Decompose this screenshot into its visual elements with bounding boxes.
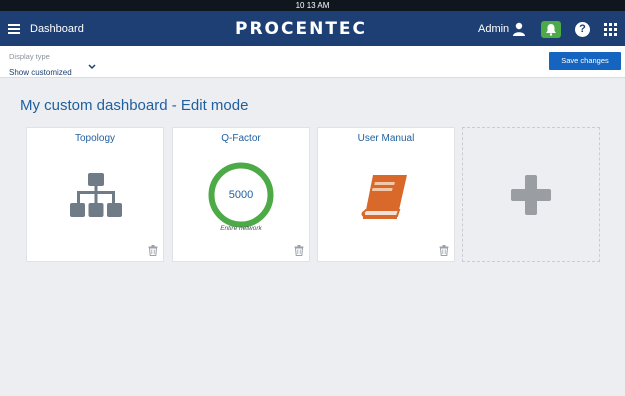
q-factor-value: 5000 bbox=[228, 189, 254, 201]
card-title[interactable]: Q-Factor bbox=[173, 133, 309, 145]
bell-icon bbox=[546, 24, 556, 36]
status-time: 10 13 AM bbox=[295, 1, 330, 10]
status-bar: 10 13 AM bbox=[0, 0, 625, 11]
add-widget-card[interactable] bbox=[462, 127, 600, 262]
card-title[interactable]: Topology bbox=[27, 133, 163, 145]
display-type-select[interactable]: Show customized bbox=[9, 62, 99, 77]
trash-icon[interactable] bbox=[294, 245, 304, 256]
procentec-logo: PROCENTEC bbox=[235, 19, 368, 39]
top-navigation-bar: Dashboard PROCENTEC Admin ? bbox=[0, 11, 625, 46]
book-icon bbox=[361, 175, 407, 219]
card-title[interactable]: User Manual bbox=[318, 133, 454, 145]
display-type-value: Show customized bbox=[9, 68, 72, 77]
q-factor-subtitle: Entire network bbox=[220, 225, 262, 232]
network-topology-icon bbox=[70, 173, 122, 217]
page-title: My custom dashboard - Edit mode bbox=[20, 97, 249, 114]
save-changes-button[interactable]: Save changes bbox=[549, 52, 621, 70]
chevron-down-icon bbox=[88, 64, 96, 70]
q-factor-card[interactable]: Q-Factor 5000 Entire network bbox=[172, 127, 310, 262]
notifications-button[interactable] bbox=[541, 21, 561, 38]
nav-title[interactable]: Dashboard bbox=[30, 23, 84, 35]
topology-card[interactable]: Topology bbox=[26, 127, 164, 262]
user-icon[interactable] bbox=[512, 22, 526, 36]
dashboard-toolbar: Display type Show customized Save change… bbox=[0, 46, 625, 78]
user-name[interactable]: Admin bbox=[478, 23, 509, 35]
display-type-label: Display type bbox=[9, 52, 50, 61]
trash-icon[interactable] bbox=[148, 245, 158, 256]
menu-icon[interactable] bbox=[8, 24, 20, 34]
user-manual-card[interactable]: User Manual bbox=[317, 127, 455, 262]
trash-icon[interactable] bbox=[439, 245, 449, 256]
help-icon[interactable]: ? bbox=[575, 22, 590, 37]
plus-icon bbox=[511, 175, 551, 215]
apps-grid-icon[interactable] bbox=[604, 23, 617, 36]
